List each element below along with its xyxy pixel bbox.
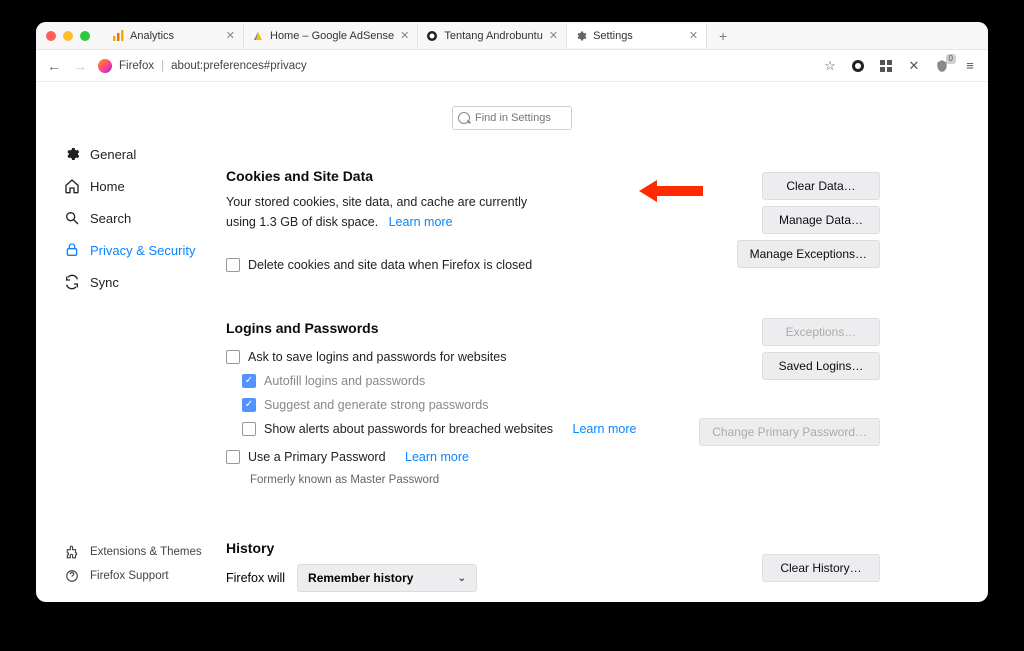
primary-label: Use a Primary Password bbox=[248, 450, 386, 464]
cookies-buttons: Clear Data… Manage Data… Manage Exceptio… bbox=[737, 172, 880, 268]
sidebar-item-home[interactable]: Home bbox=[64, 170, 216, 202]
address-prefix: Firefox bbox=[119, 60, 154, 72]
gear-icon bbox=[64, 146, 80, 162]
sidebar-support[interactable]: Firefox Support bbox=[64, 564, 202, 588]
change-primary-button[interactable]: Change Primary Password… bbox=[699, 418, 880, 446]
star-icon[interactable]: ☆ bbox=[822, 58, 838, 74]
breach-learn-more[interactable]: Learn more bbox=[573, 422, 637, 436]
history-will-label: Firefox will bbox=[226, 571, 285, 585]
gear-icon bbox=[575, 30, 587, 42]
sidebar-item-label: Sync bbox=[90, 275, 119, 290]
login-exceptions-button[interactable]: Exceptions… bbox=[762, 318, 880, 346]
address-bar[interactable]: Firefox | about:preferences#privacy bbox=[98, 59, 307, 73]
sidebar-extensions[interactable]: Extensions & Themes bbox=[64, 540, 202, 564]
sidebar-item-label: Extensions & Themes bbox=[90, 546, 202, 558]
sidebar-item-privacy[interactable]: Privacy & Security bbox=[64, 234, 216, 266]
home-icon bbox=[64, 178, 80, 194]
suggest-checkbox[interactable] bbox=[242, 398, 256, 412]
close-tab-icon[interactable]: ✕ bbox=[689, 29, 698, 42]
close-window-icon[interactable] bbox=[46, 31, 56, 41]
tab-label: Analytics bbox=[130, 30, 174, 42]
clear-history-button[interactable]: Clear History… bbox=[762, 554, 880, 582]
toolbar-actions: ☆ ✕ ≡ bbox=[822, 58, 978, 74]
history-mode-value: Remember history bbox=[308, 571, 413, 585]
adsense-icon bbox=[252, 30, 264, 42]
new-tab-button[interactable]: + bbox=[713, 28, 733, 44]
autofill-checkbox[interactable] bbox=[242, 374, 256, 388]
sidebar-item-label: Search bbox=[90, 211, 131, 226]
shield-icon[interactable] bbox=[934, 58, 950, 74]
address-url: about:preferences#privacy bbox=[171, 60, 307, 72]
close-panel-icon[interactable]: ✕ bbox=[906, 58, 922, 74]
delete-on-close-label: Delete cookies and site data when Firefo… bbox=[248, 258, 532, 272]
primary-checkbox[interactable] bbox=[226, 450, 240, 464]
sidebar-item-label: Privacy & Security bbox=[90, 243, 195, 258]
saved-logins-button[interactable]: Saved Logins… bbox=[762, 352, 880, 380]
sidebar-bottom: Extensions & Themes Firefox Support bbox=[64, 540, 202, 588]
minimize-window-icon[interactable] bbox=[63, 31, 73, 41]
toolbar: ← → Firefox | about:preferences#privacy … bbox=[36, 50, 988, 82]
clear-data-button[interactable]: Clear Data… bbox=[762, 172, 880, 200]
tab-label: Home – Google AdSense bbox=[270, 30, 394, 42]
menu-icon[interactable]: ≡ bbox=[962, 58, 978, 74]
sidebar-item-label: General bbox=[90, 147, 136, 162]
close-tab-icon[interactable]: ✕ bbox=[549, 29, 558, 42]
browser-window: Analytics ✕ Home – Google AdSense ✕ Tent… bbox=[36, 22, 988, 602]
tab-androbuntu[interactable]: Tentang Androbuntu ✕ bbox=[418, 24, 567, 48]
sidebar-item-label: Firefox Support bbox=[90, 570, 169, 582]
main-panel: Cookies and Site Data Your stored cookie… bbox=[216, 82, 988, 602]
tab-label: Settings bbox=[593, 30, 633, 42]
window-controls[interactable] bbox=[46, 31, 90, 41]
tab-analytics[interactable]: Analytics ✕ bbox=[104, 24, 244, 48]
breach-checkbox[interactable] bbox=[242, 422, 256, 436]
grid-icon[interactable] bbox=[878, 58, 894, 74]
zoom-window-icon[interactable] bbox=[80, 31, 90, 41]
ask-save-checkbox[interactable] bbox=[226, 350, 240, 364]
firefox-icon bbox=[98, 59, 112, 73]
manage-exceptions-button[interactable]: Manage Exceptions… bbox=[737, 240, 880, 268]
extension-icon[interactable] bbox=[850, 58, 866, 74]
sidebar-item-sync[interactable]: Sync bbox=[64, 266, 216, 298]
primary-row: Use a Primary Password Learn more bbox=[226, 450, 960, 464]
manage-data-button[interactable]: Manage Data… bbox=[762, 206, 880, 234]
tab-strip: Analytics ✕ Home – Google AdSense ✕ Tent… bbox=[104, 24, 733, 48]
ask-save-label: Ask to save logins and passwords for web… bbox=[248, 350, 506, 364]
puzzle-icon bbox=[64, 544, 80, 560]
chevron-down-icon: ⌄ bbox=[458, 573, 466, 584]
delete-on-close-checkbox[interactable] bbox=[226, 258, 240, 272]
primary-learn-more[interactable]: Learn more bbox=[405, 450, 469, 464]
close-tab-icon[interactable]: ✕ bbox=[400, 29, 409, 42]
analytics-icon bbox=[112, 30, 124, 42]
autofill-label: Autofill logins and passwords bbox=[264, 374, 425, 388]
cookies-desc: Your stored cookies, site data, and cach… bbox=[226, 192, 556, 232]
formerly-note: Formerly known as Master Password bbox=[250, 474, 960, 486]
close-tab-icon[interactable]: ✕ bbox=[226, 29, 235, 42]
tab-label: Tentang Androbuntu bbox=[444, 30, 542, 42]
suggest-row: Suggest and generate strong passwords bbox=[242, 398, 960, 412]
tab-settings[interactable]: Settings ✕ bbox=[567, 24, 707, 48]
lock-icon bbox=[64, 242, 80, 258]
tab-adsense[interactable]: Home – Google AdSense ✕ bbox=[244, 24, 418, 48]
titlebar: Analytics ✕ Home – Google AdSense ✕ Tent… bbox=[36, 22, 988, 50]
history-mode-select[interactable]: Remember history ⌄ bbox=[297, 564, 477, 592]
sidebar: General Home Search Privacy & Security S… bbox=[36, 82, 216, 602]
suggest-label: Suggest and generate strong passwords bbox=[264, 398, 488, 412]
help-icon bbox=[64, 568, 80, 584]
forward-button[interactable]: → bbox=[72, 58, 88, 74]
cookies-learn-more[interactable]: Learn more bbox=[389, 215, 453, 229]
search-icon bbox=[64, 210, 80, 226]
back-button[interactable]: ← bbox=[46, 58, 62, 74]
sidebar-item-label: Home bbox=[90, 179, 125, 194]
androbuntu-icon bbox=[426, 30, 438, 42]
sync-icon bbox=[64, 274, 80, 290]
breach-label: Show alerts about passwords for breached… bbox=[264, 422, 553, 436]
sidebar-item-search[interactable]: Search bbox=[64, 202, 216, 234]
content: General Home Search Privacy & Security S… bbox=[36, 82, 988, 602]
sidebar-item-general[interactable]: General bbox=[64, 138, 216, 170]
